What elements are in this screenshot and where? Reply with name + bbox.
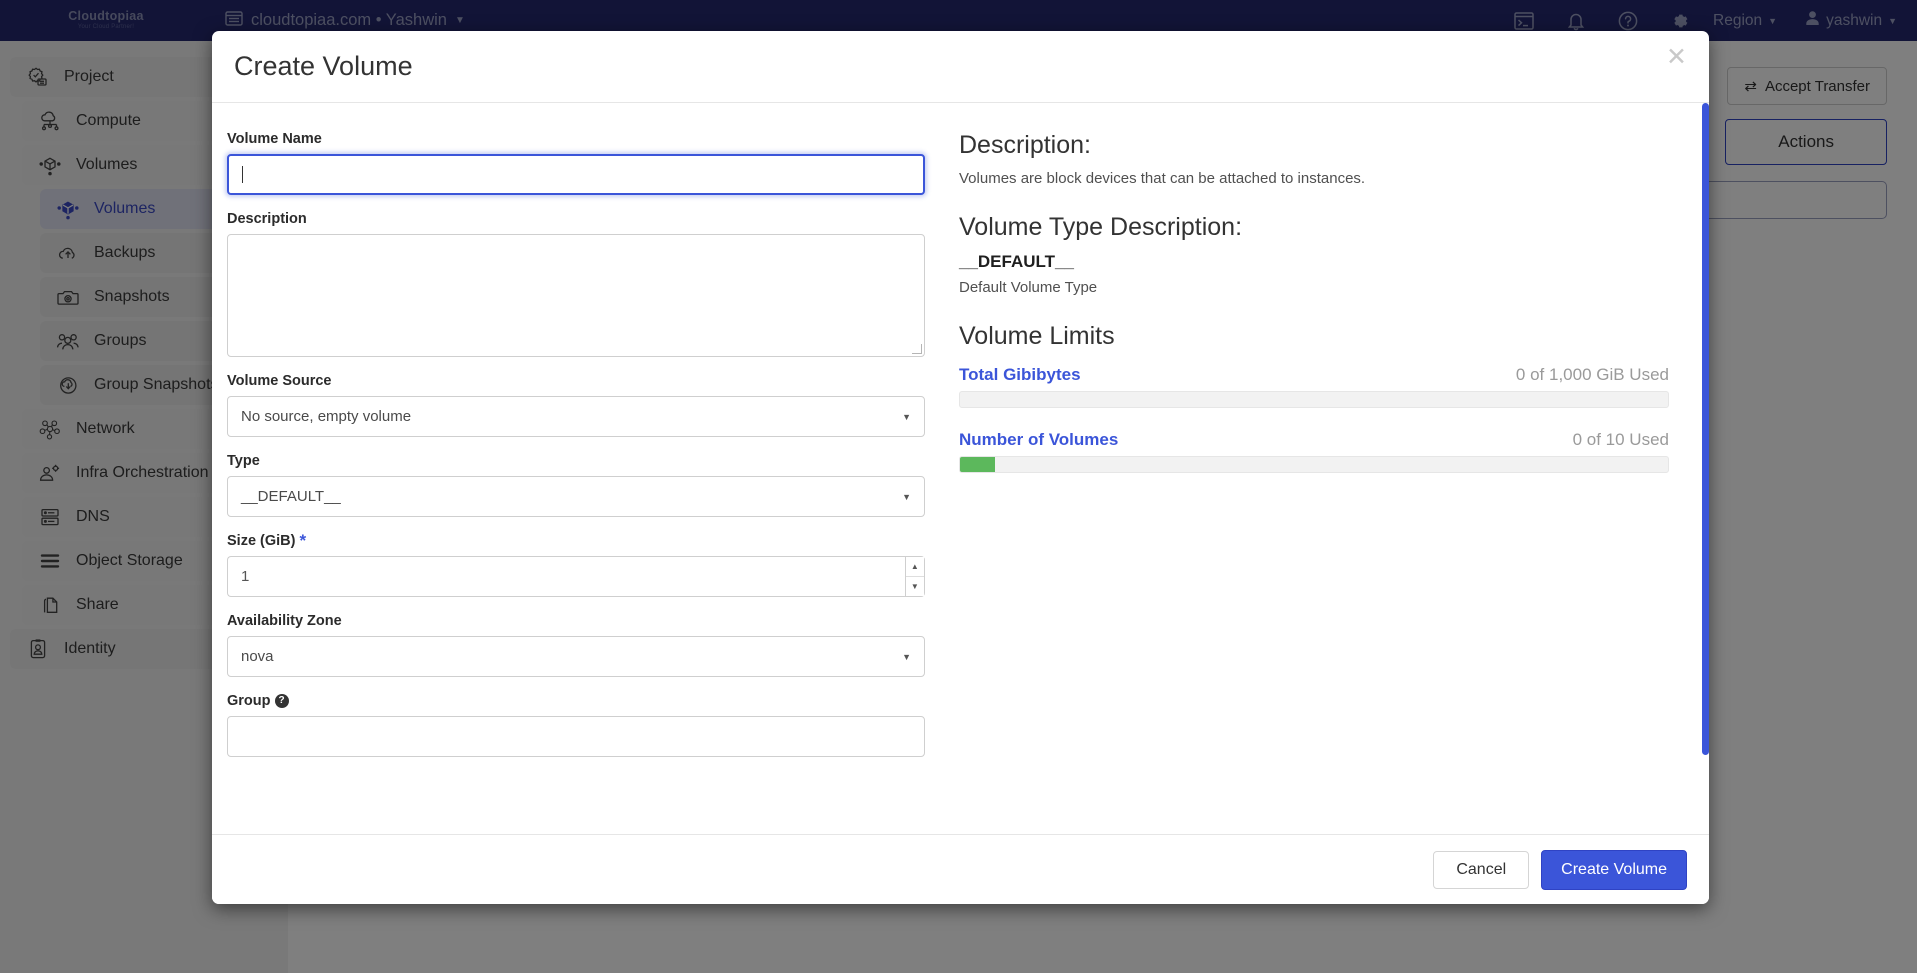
limit-usage: 0 of 1,000 GiB Used bbox=[1516, 365, 1669, 385]
limit-header-row: Total Gibibytes 0 of 1,000 GiB Used bbox=[959, 365, 1669, 385]
size-stepper: 1 ▲ ▼ bbox=[227, 556, 925, 597]
description-textarea[interactable] bbox=[227, 234, 925, 357]
volume-source-label: Volume Source bbox=[227, 373, 925, 389]
spinner-up-icon[interactable]: ▲ bbox=[906, 557, 924, 577]
volume-type-description: Default Volume Type bbox=[959, 279, 1669, 296]
size-spinner-buttons: ▲ ▼ bbox=[905, 556, 925, 597]
availability-zone-label: Availability Zone bbox=[227, 613, 925, 629]
volume-type-name: __DEFAULT__ bbox=[959, 252, 1669, 272]
volume-limits-heading: Volume Limits bbox=[959, 322, 1669, 351]
limit-usage: 0 of 10 Used bbox=[1573, 430, 1669, 450]
availability-zone-select[interactable]: nova ▼ bbox=[227, 636, 925, 677]
volume-form: Volume Name Description Volume Source No… bbox=[212, 103, 947, 834]
create-volume-button[interactable]: Create Volume bbox=[1541, 850, 1687, 890]
limit-name: Total Gibibytes bbox=[959, 365, 1081, 385]
group-select[interactable] bbox=[227, 716, 925, 757]
modal-header: Create Volume ✕ bbox=[212, 31, 1709, 103]
modal-body: Volume Name Description Volume Source No… bbox=[212, 103, 1709, 834]
field-type: Type __DEFAULT__ ▼ bbox=[227, 453, 925, 517]
cancel-button[interactable]: Cancel bbox=[1433, 851, 1529, 889]
create-volume-modal: Create Volume ✕ Volume Name Description bbox=[212, 31, 1709, 904]
description-heading: Description: bbox=[959, 131, 1669, 160]
chevron-down-icon: ▼ bbox=[902, 652, 911, 662]
field-description: Description bbox=[227, 211, 925, 357]
type-value: __DEFAULT__ bbox=[241, 488, 341, 505]
app-root: Cloudtopiaa Your Cloud Partner! cloudtop… bbox=[0, 0, 1917, 973]
type-select[interactable]: __DEFAULT__ ▼ bbox=[227, 476, 925, 517]
field-volume-name: Volume Name bbox=[227, 131, 925, 195]
availability-zone-value: nova bbox=[241, 648, 274, 665]
volume-name-label: Volume Name bbox=[227, 131, 925, 147]
progress-bar bbox=[959, 456, 1669, 473]
group-label-text: Group bbox=[227, 693, 271, 709]
field-volume-source: Volume Source No source, empty volume ▼ bbox=[227, 373, 925, 437]
volume-source-value: No source, empty volume bbox=[241, 408, 411, 425]
text-cursor bbox=[242, 166, 243, 183]
limit-number-of-volumes: Number of Volumes 0 of 10 Used bbox=[959, 430, 1669, 473]
size-label: Size (GiB) * bbox=[227, 533, 925, 549]
modal-title: Create Volume bbox=[234, 51, 413, 82]
required-marker: * bbox=[299, 536, 306, 546]
size-input[interactable]: 1 bbox=[227, 556, 905, 597]
close-icon[interactable]: ✕ bbox=[1666, 45, 1687, 70]
type-label: Type bbox=[227, 453, 925, 469]
limit-header-row: Number of Volumes 0 of 10 Used bbox=[959, 430, 1669, 450]
field-group: Group ? bbox=[227, 693, 925, 757]
progress-bar-fill bbox=[960, 457, 995, 472]
chevron-down-icon: ▼ bbox=[902, 492, 911, 502]
volume-source-select[interactable]: No source, empty volume ▼ bbox=[227, 396, 925, 437]
chevron-down-icon: ▼ bbox=[902, 412, 911, 422]
volume-type-heading: Volume Type Description: bbox=[959, 213, 1669, 242]
limit-total-gibibytes: Total Gibibytes 0 of 1,000 GiB Used bbox=[959, 365, 1669, 408]
description-text: Volumes are block devices that can be at… bbox=[959, 170, 1669, 187]
size-label-text: Size (GiB) bbox=[227, 533, 295, 549]
modal-footer: Cancel Create Volume bbox=[212, 834, 1709, 904]
field-size: Size (GiB) * 1 ▲ ▼ bbox=[227, 533, 925, 597]
description-label: Description bbox=[227, 211, 925, 227]
modal-scrollbar[interactable] bbox=[1702, 103, 1709, 755]
volume-name-input[interactable] bbox=[227, 154, 925, 195]
spinner-down-icon[interactable]: ▼ bbox=[906, 577, 924, 596]
volume-info-panel: Description: Volumes are block devices t… bbox=[947, 103, 1709, 834]
group-label: Group ? bbox=[227, 693, 925, 709]
field-availability-zone: Availability Zone nova ▼ bbox=[227, 613, 925, 677]
limit-name: Number of Volumes bbox=[959, 430, 1118, 450]
progress-bar bbox=[959, 391, 1669, 408]
help-icon[interactable]: ? bbox=[275, 694, 289, 708]
